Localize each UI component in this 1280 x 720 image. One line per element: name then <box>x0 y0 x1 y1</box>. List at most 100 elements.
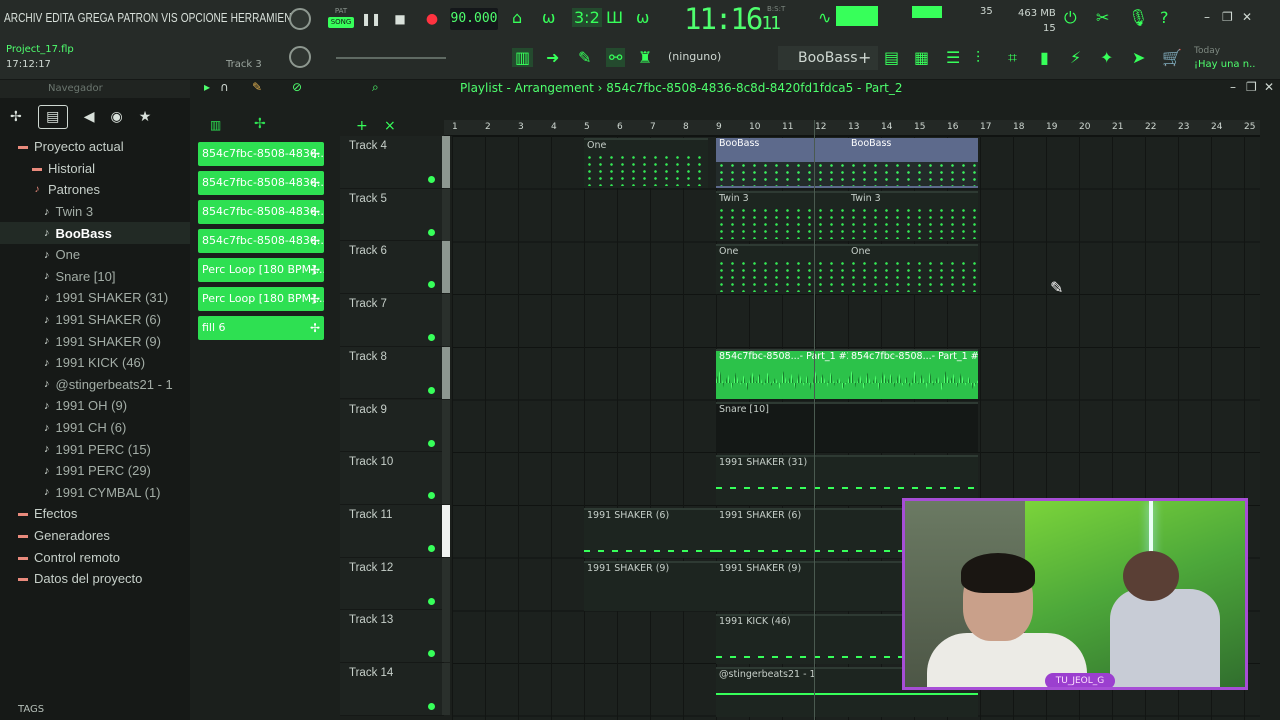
pencil-icon[interactable]: ✎ <box>578 48 591 67</box>
browser-item[interactable]: ♪ 1991 SHAKER (9) <box>0 330 190 352</box>
play-icon[interactable]: ▸ <box>204 80 210 94</box>
speaker-icon[interactable]: ◀ <box>84 109 95 125</box>
picker-item[interactable]: 854c7fbc-8508-4836... <box>198 142 324 166</box>
master-volume-knob[interactable] <box>289 8 311 30</box>
picker-item[interactable]: 854c7fbc-8508-4836... <box>198 171 324 195</box>
picker-item[interactable]: Perc Loop [180 BPM]... <box>198 287 324 311</box>
link-icon[interactable]: ⚯ <box>606 48 626 67</box>
channel-rack-icon[interactable]: ▦ <box>914 48 929 67</box>
clip-twin3[interactable]: Twin 3 <box>716 191 848 241</box>
picker-item[interactable]: Perc Loop [180 BPM]... <box>198 258 324 282</box>
track-header[interactable]: Track 9 <box>340 399 450 453</box>
track-color-strip[interactable] <box>442 399 450 452</box>
picker-item[interactable]: 854c7fbc-8508-4836... <box>198 229 324 253</box>
track-header[interactable]: Track 14 <box>340 663 450 716</box>
track-active-led[interactable] <box>428 597 435 605</box>
picker-mode-icon[interactable]: ▥ <box>210 118 221 132</box>
picker-move-icon[interactable]: ✢ <box>254 116 266 132</box>
track-active-led[interactable] <box>428 492 435 500</box>
clip-snare[interactable]: Snare [10] <box>716 402 978 452</box>
track-active-led[interactable] <box>428 386 435 394</box>
clip-one[interactable]: One <box>716 244 848 294</box>
menu-edita[interactable]: EDITA <box>45 10 74 25</box>
browser-item[interactable]: ♪ 1991 SHAKER (6) <box>0 309 190 331</box>
track-active-led[interactable] <box>428 176 435 183</box>
current-project-tab-icon[interactable]: ▤ <box>37 105 68 129</box>
track-color-strip[interactable] <box>442 452 450 505</box>
browser-item[interactable]: ▬ Generadores <box>0 525 190 547</box>
pl-close-icon[interactable]: ✕ <box>1264 80 1274 94</box>
maximize-icon[interactable]: ❐ <box>1222 10 1233 24</box>
send-icon[interactable]: ➤ <box>1132 48 1145 67</box>
track-color-strip[interactable] <box>442 557 450 610</box>
master-pitch-knob[interactable] <box>289 46 311 68</box>
globe-icon[interactable]: ◉ <box>111 109 123 125</box>
tempo-display[interactable]: 90.000 <box>450 8 498 30</box>
clip-shaker6[interactable]: 1991 SHAKER (6) <box>584 508 716 558</box>
track-active-led[interactable] <box>428 281 435 289</box>
clip-kick46[interactable]: 1991 KICK (46) <box>716 614 906 664</box>
browser-item[interactable]: ♪ 1991 OH (9) <box>0 395 190 417</box>
browser-item[interactable]: ▬ Datos del proyecto <box>0 568 190 590</box>
countdown-icon[interactable]: 3:2 <box>572 8 602 27</box>
zoom-icon[interactable]: ⌕ <box>372 80 379 95</box>
browser-item[interactable]: ♪ 1991 CH (6) <box>0 417 190 439</box>
pencil-tool-icon[interactable]: ✎ <box>252 80 262 94</box>
picker-item[interactable]: 854c7fbc-8508-4836... <box>198 200 324 224</box>
menu-agrega[interactable]: GREGA <box>78 10 115 25</box>
browser-item[interactable]: ♪ 1991 PERC (15) <box>0 438 190 460</box>
picker-item[interactable]: fill 6 <box>198 316 324 340</box>
browser-item[interactable]: ♪ Snare [10] <box>0 266 190 288</box>
browser-item[interactable]: ♪ 1991 SHAKER (31) <box>0 287 190 309</box>
menu-patron[interactable]: PATRON <box>117 10 158 25</box>
track-color-strip[interactable] <box>442 294 450 347</box>
cut-icon[interactable]: ✂ <box>1096 8 1109 27</box>
pl-maximize-icon[interactable]: ❐ <box>1246 80 1257 94</box>
remove-track-icon[interactable]: × <box>384 118 396 134</box>
wand-icon[interactable]: ✦ <box>1100 48 1113 67</box>
playhead[interactable] <box>814 120 815 720</box>
clip-boobass[interactable]: BooBass <box>848 138 978 188</box>
track-color-strip[interactable] <box>442 663 450 715</box>
star-icon[interactable]: ★ <box>139 109 152 125</box>
track-header[interactable]: Track 8 <box>340 346 450 400</box>
clip-one[interactable]: One <box>848 244 978 294</box>
track-color-strip[interactable] <box>442 241 450 294</box>
clip-shaker9[interactable]: 1991 SHAKER (9) <box>584 561 716 611</box>
record-icon[interactable]: ● <box>421 8 443 30</box>
track-header[interactable]: Track 13 <box>340 610 450 663</box>
pause-icon[interactable]: ❚❚ <box>360 8 382 30</box>
track-color-strip[interactable] <box>442 504 450 557</box>
track-color-strip[interactable] <box>442 610 450 663</box>
clip-boobass[interactable]: BooBass <box>716 138 848 188</box>
arrow-right-icon[interactable]: ➜ <box>546 48 559 67</box>
help-icon[interactable]: ? <box>1160 8 1169 27</box>
browser-item[interactable]: ▬ Efectos <box>0 503 190 525</box>
playlist-icon[interactable]: ▤ <box>884 48 899 67</box>
track-header[interactable]: Track 12 <box>340 557 450 611</box>
clip-shaker9[interactable]: 1991 SHAKER (9) <box>716 561 906 611</box>
cart-icon[interactable]: 🛒 <box>1162 48 1182 67</box>
stamp-icon[interactable]: ♜ <box>638 48 652 67</box>
browser-item[interactable]: ▬ Proyecto actual <box>0 136 190 158</box>
pl-minimize-icon[interactable]: – <box>1230 80 1236 94</box>
track-header[interactable]: Track 6 <box>340 241 450 295</box>
snap-selector[interactable]: (ninguno) <box>668 50 721 63</box>
magnet-icon[interactable]: ∩ <box>220 80 229 94</box>
expand-icon[interactable]: ✢ <box>10 109 22 125</box>
piano-roll-icon[interactable]: ▥ <box>512 48 534 67</box>
browser-item[interactable]: ♪ One <box>0 244 190 266</box>
minimize-icon[interactable]: – <box>1204 10 1210 24</box>
browser-item[interactable]: ♪ 1991 KICK (46) <box>0 352 190 374</box>
pat-song-toggle[interactable]: PAT SONG <box>328 6 354 32</box>
menu-archivo[interactable]: ARCHIV <box>4 10 42 25</box>
browser-item[interactable]: ♪ 1991 PERC (29) <box>0 460 190 482</box>
clip-shaker6[interactable]: 1991 SHAKER (6) <box>716 508 906 558</box>
track-header[interactable]: Track 4 <box>340 136 450 189</box>
master-slider[interactable] <box>336 57 446 59</box>
track-color-strip[interactable] <box>442 136 450 188</box>
mixer-icon[interactable]: ☰ <box>946 48 960 67</box>
clip-one[interactable]: One <box>584 138 708 188</box>
add-pattern-icon[interactable]: + <box>858 48 871 67</box>
close-icon[interactable]: ✕ <box>1242 10 1252 24</box>
